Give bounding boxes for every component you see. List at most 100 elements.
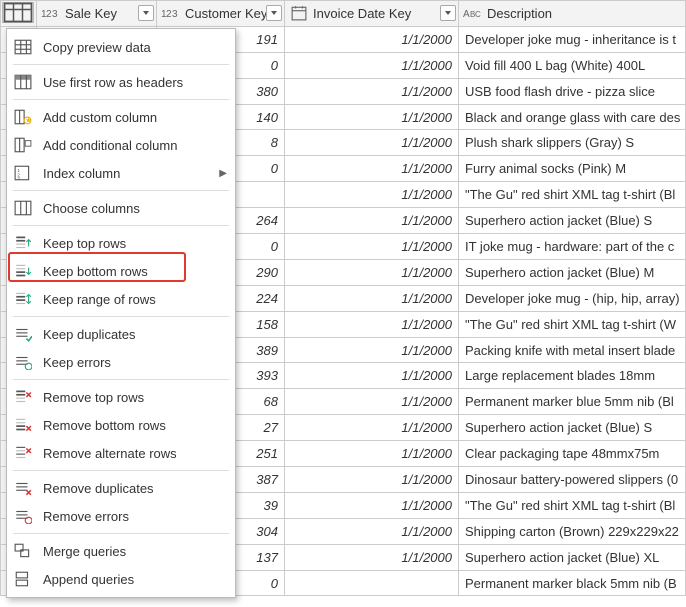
cell-invoice-date[interactable]: 1/1/2000: [285, 26, 459, 52]
keep-errors-icon: [13, 353, 33, 371]
cell-invoice-date[interactable]: 1/1/2000: [285, 518, 459, 544]
cell-invoice-date[interactable]: 1/1/2000: [285, 492, 459, 518]
cell-description[interactable]: Dinosaur battery-powered slippers (0: [459, 467, 686, 493]
cell-invoice-date[interactable]: 1/1/2000: [285, 259, 459, 285]
menu-label: Remove alternate rows: [43, 446, 227, 461]
remove-duplicates-icon: [13, 479, 33, 497]
cell-invoice-date[interactable]: 1/1/2000: [285, 285, 459, 311]
filter-dropdown[interactable]: [440, 5, 456, 21]
menu-label: Keep errors: [43, 355, 227, 370]
cell-invoice-date[interactable]: 1/1/2000: [285, 234, 459, 260]
filter-dropdown[interactable]: [138, 5, 154, 21]
cell-description[interactable]: "The Gu" red shirt XML tag t-shirt (Bl: [459, 492, 686, 518]
cell-description[interactable]: Permanent marker black 5mm nib (B: [459, 570, 686, 596]
cell-description[interactable]: Superhero action jacket (Blue) S: [459, 208, 686, 234]
filter-dropdown[interactable]: [266, 5, 282, 21]
headers-icon: [13, 73, 33, 91]
col-sale-key[interactable]: 123 Sale Key: [37, 1, 157, 27]
cell-invoice-date[interactable]: 1/1/2000: [285, 52, 459, 78]
cell-invoice-date[interactable]: 1/1/2000: [285, 208, 459, 234]
cell-invoice-date[interactable]: 1/1/2000: [285, 363, 459, 389]
menu-remove-errors[interactable]: Remove errors: [7, 502, 235, 530]
svg-text:★: ★: [25, 117, 31, 125]
cell-description[interactable]: Permanent marker blue 5mm nib (Bl: [459, 389, 686, 415]
text-type-icon: ABC: [463, 5, 483, 21]
keep-duplicates-icon: [13, 325, 33, 343]
col-customer-key[interactable]: 123 Customer Key: [157, 1, 285, 27]
menu-label: Remove errors: [43, 509, 227, 524]
cell-description[interactable]: Void fill 400 L bag (White) 400L: [459, 52, 686, 78]
chevron-right-icon: ▶: [219, 168, 227, 179]
cell-description[interactable]: Furry animal socks (Pink) M: [459, 156, 686, 182]
menu-keep-range-rows[interactable]: Keep range of rows: [7, 285, 235, 313]
cell-invoice-date[interactable]: 1/1/2000: [285, 156, 459, 182]
cell-invoice-date[interactable]: 1/1/2000: [285, 311, 459, 337]
menu-keep-top-rows[interactable]: Keep top rows: [7, 229, 235, 257]
cell-description[interactable]: Shipping carton (Brown) 229x229x22: [459, 518, 686, 544]
col-label: Description: [487, 6, 552, 21]
menu-separator: [13, 190, 229, 191]
cell-description[interactable]: "The Gu" red shirt XML tag t-shirt (Bl: [459, 182, 686, 208]
cell-description[interactable]: Superhero action jacket (Blue) S: [459, 415, 686, 441]
menu-label: Keep range of rows: [43, 292, 227, 307]
menu-index-column[interactable]: 123 Index column ▶: [7, 159, 235, 187]
cell-description[interactable]: IT joke mug - hardware: part of the c: [459, 234, 686, 260]
menu-label: Merge queries: [43, 544, 227, 559]
cell-invoice-date[interactable]: 1/1/2000: [285, 441, 459, 467]
cell-invoice-date[interactable]: 1/1/2000: [285, 130, 459, 156]
menu-keep-bottom-rows[interactable]: Keep bottom rows: [7, 257, 235, 285]
menu-label: Choose columns: [43, 201, 227, 216]
cell-description[interactable]: Superhero action jacket (Blue) M: [459, 259, 686, 285]
menu-keep-errors[interactable]: Keep errors: [7, 348, 235, 376]
cell-description[interactable]: Plush shark slippers (Gray) S: [459, 130, 686, 156]
col-description[interactable]: ABC Description: [459, 1, 686, 27]
conditional-column-icon: [13, 136, 33, 154]
cell-description[interactable]: Developer joke mug - inheritance is t: [459, 26, 686, 52]
number-type-icon: 123: [41, 5, 61, 21]
cell-description[interactable]: USB food flash drive - pizza slice: [459, 78, 686, 104]
merge-icon: [13, 542, 33, 560]
menu-copy-preview-data[interactable]: Copy preview data: [7, 33, 235, 61]
cell-invoice-date[interactable]: [285, 570, 459, 596]
cell-invoice-date[interactable]: 1/1/2000: [285, 389, 459, 415]
cell-invoice-date[interactable]: 1/1/2000: [285, 337, 459, 363]
menu-choose-columns[interactable]: Choose columns: [7, 194, 235, 222]
menu-remove-duplicates[interactable]: Remove duplicates: [7, 474, 235, 502]
menu-remove-top-rows[interactable]: Remove top rows: [7, 383, 235, 411]
cell-invoice-date[interactable]: 1/1/2000: [285, 182, 459, 208]
menu-use-first-row-headers[interactable]: Use first row as headers: [7, 68, 235, 96]
menu-label: Copy preview data: [43, 40, 227, 55]
table-menu-button[interactable]: [2, 2, 34, 23]
col-label: Invoice Date Key: [313, 6, 411, 21]
menu-label: Keep top rows: [43, 236, 227, 251]
menu-label: Remove top rows: [43, 390, 227, 405]
menu-merge-queries[interactable]: Merge queries: [7, 537, 235, 565]
table-icon: [13, 38, 33, 56]
col-invoice-date[interactable]: Invoice Date Key: [285, 1, 459, 27]
menu-append-queries[interactable]: Append queries: [7, 565, 235, 593]
menu-label: Keep duplicates: [43, 327, 227, 342]
svg-text:A: A: [463, 9, 470, 20]
menu-label: Add custom column: [43, 110, 227, 125]
cell-description[interactable]: Clear packaging tape 48mmx75m: [459, 441, 686, 467]
cell-description[interactable]: Packing knife with metal insert blade: [459, 337, 686, 363]
menu-label: Add conditional column: [43, 138, 227, 153]
cell-invoice-date[interactable]: 1/1/2000: [285, 415, 459, 441]
keep-range-icon: [13, 290, 33, 308]
cell-invoice-date[interactable]: 1/1/2000: [285, 544, 459, 570]
cell-description[interactable]: Developer joke mug - (hip, hip, array): [459, 285, 686, 311]
menu-remove-alternate-rows[interactable]: Remove alternate rows: [7, 439, 235, 467]
cell-description[interactable]: Black and orange glass with care des: [459, 104, 686, 130]
cell-invoice-date[interactable]: 1/1/2000: [285, 78, 459, 104]
menu-keep-duplicates[interactable]: Keep duplicates: [7, 320, 235, 348]
menu-add-conditional-column[interactable]: Add conditional column: [7, 131, 235, 159]
cell-invoice-date[interactable]: 1/1/2000: [285, 104, 459, 130]
menu-add-custom-column[interactable]: ★ Add custom column: [7, 103, 235, 131]
cell-description[interactable]: "The Gu" red shirt XML tag t-shirt (W: [459, 311, 686, 337]
index-column-icon: 123: [13, 164, 33, 182]
cell-description[interactable]: Large replacement blades 18mm: [459, 363, 686, 389]
menu-separator: [13, 225, 229, 226]
menu-remove-bottom-rows[interactable]: Remove bottom rows: [7, 411, 235, 439]
cell-description[interactable]: Superhero action jacket (Blue) XL: [459, 544, 686, 570]
cell-invoice-date[interactable]: 1/1/2000: [285, 467, 459, 493]
